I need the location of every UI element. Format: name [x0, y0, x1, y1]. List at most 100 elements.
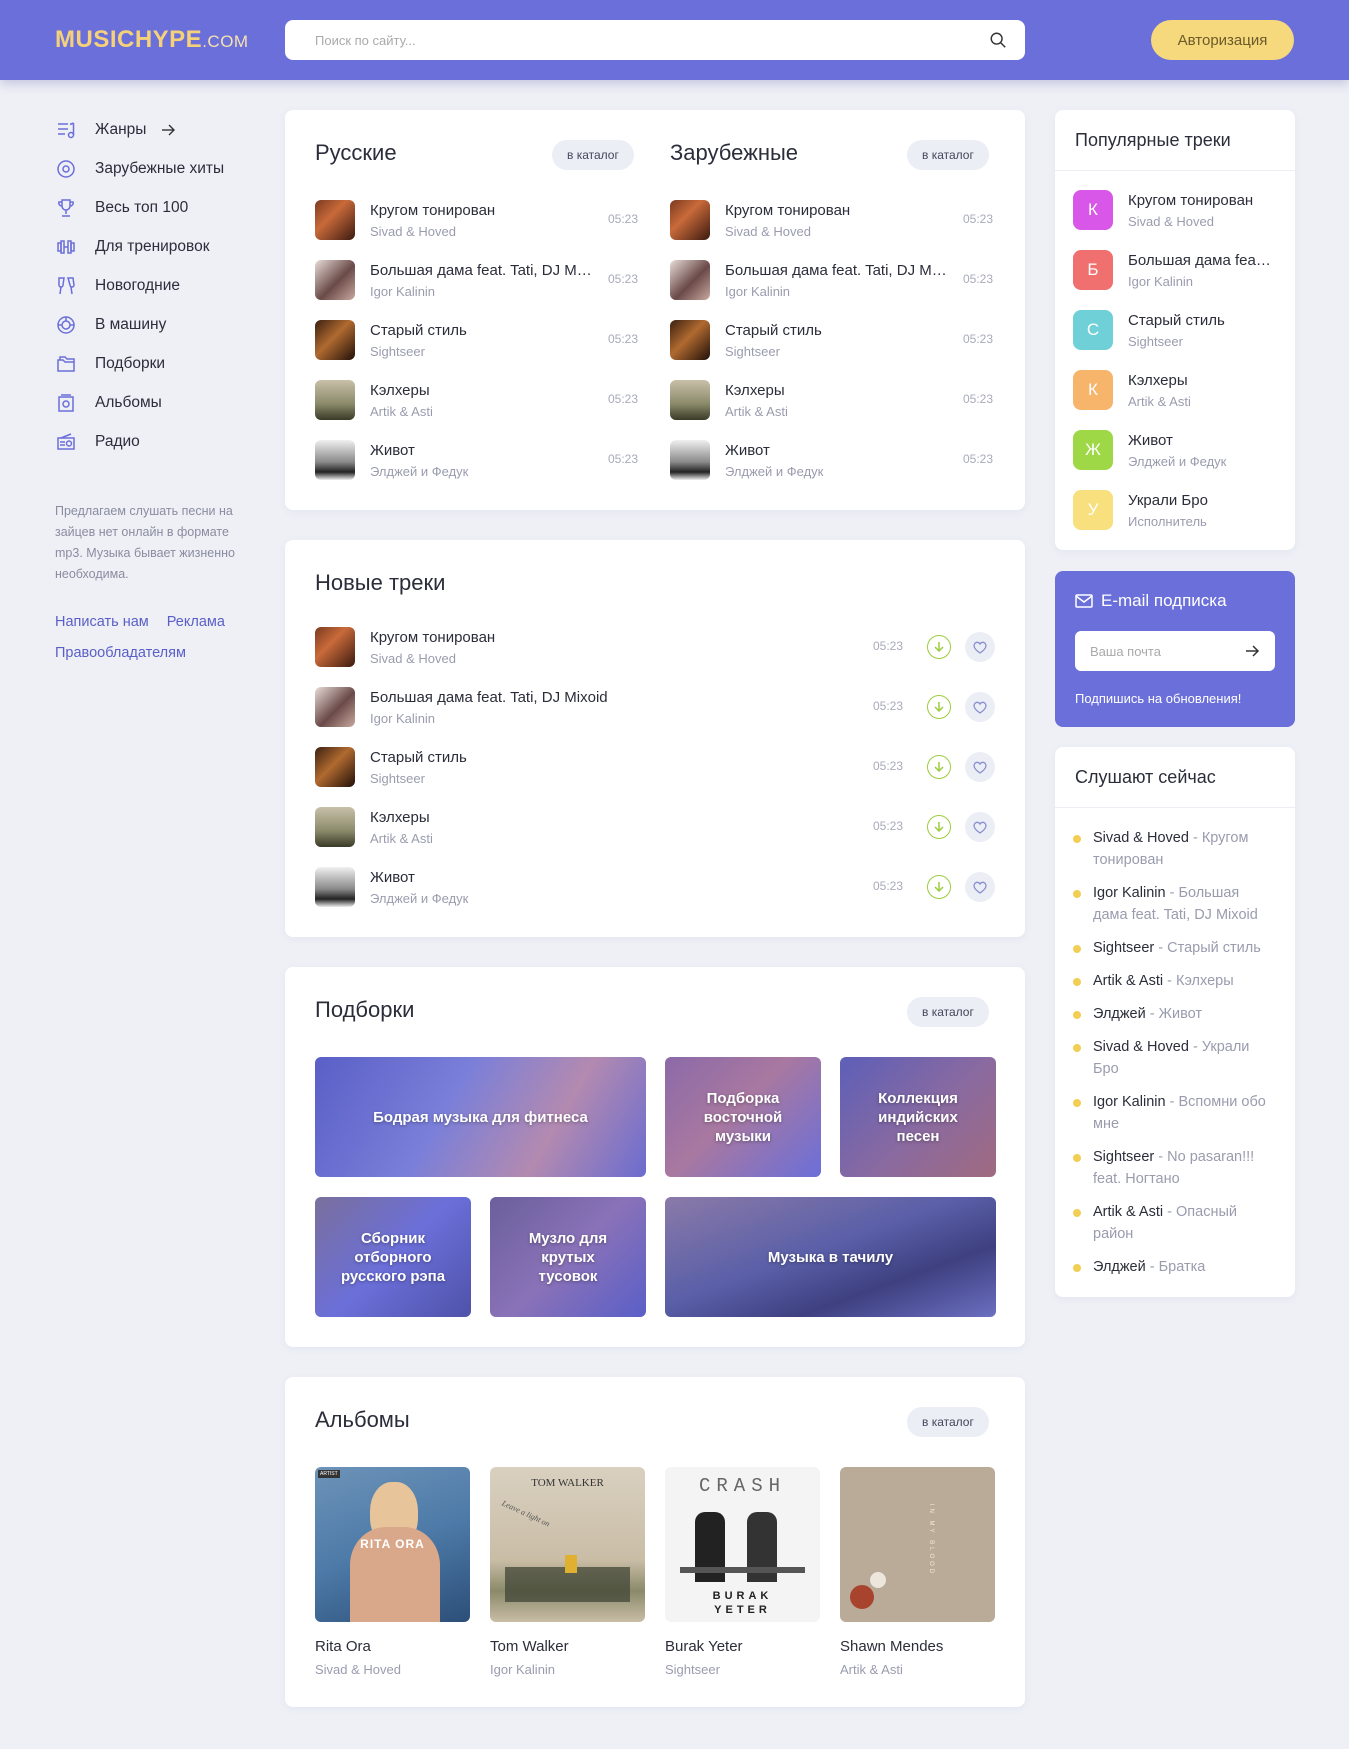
track-info: Кругом тонирован Sivad & Hoved — [370, 629, 790, 666]
track-item[interactable]: Большая дама feat. Tati, DJ Mixoid Igor K… — [315, 257, 595, 303]
sidebar-item-workout[interactable]: Для тренировок — [55, 227, 255, 266]
sidebar-item-label: В машину — [95, 315, 167, 333]
listening-item[interactable]: Sightseer - No pasaran!!! feat. Ногтано — [1073, 1146, 1273, 1190]
popular-track-item[interactable]: Б Большая дама feat. Tati Igor Kalinin — [1073, 250, 1273, 290]
listening-item[interactable]: Sivad & Hoved - Украли Бро — [1073, 1036, 1273, 1080]
track-artist: Исполнитель — [1128, 513, 1207, 529]
link-rights[interactable]: Правообладателям — [55, 645, 186, 661]
track-item[interactable]: Старый стиль Sightseer — [670, 317, 950, 363]
track-item[interactable]: Кругом тонирован Sivad & Hoved — [315, 624, 790, 670]
popular-track-item[interactable]: С Старый стиль Sightseer — [1073, 310, 1273, 350]
track-item[interactable]: Старый стиль Sightseer — [315, 317, 595, 363]
popular-track-item[interactable]: К Кругом тонирован Sivad & Hoved — [1073, 190, 1273, 230]
sidebar-item-collections[interactable]: Подборки — [55, 344, 255, 383]
email-field[interactable] — [1090, 643, 1244, 659]
collection-tile-rap[interactable]: Сборник отборного русского рэпа — [315, 1197, 471, 1317]
albums-catalog-button[interactable]: в каталог — [907, 1407, 989, 1437]
track-info: Живот Элджей и Федук — [725, 442, 950, 479]
sidebar-item-foreign-hits[interactable]: Зарубежные хиты — [55, 149, 255, 188]
search-icon[interactable] — [989, 31, 1007, 49]
collection-tile-fitness[interactable]: Бодрая музыка для фитнеса — [315, 1057, 646, 1177]
download-button[interactable] — [927, 875, 951, 899]
arrow-right-icon — [162, 124, 176, 135]
sidebar-item-newyear[interactable]: Новогодние — [55, 266, 255, 305]
download-button[interactable] — [927, 695, 951, 719]
sidebar-item-label: Подборки — [95, 354, 166, 372]
track-item[interactable]: Живот Элджей и Федук — [315, 864, 790, 910]
track-info: Кругом тонирован Sivad & Hoved — [370, 202, 595, 239]
album-card[interactable]: CRASH BURAK YETER Burak Yeter Sightseer — [665, 1467, 820, 1677]
subscribe-note: Подпишись на обновления! — [1075, 691, 1242, 706]
foreign-catalog-button[interactable]: в каталог — [907, 140, 989, 170]
listening-item[interactable]: Элджей - Живот — [1073, 1003, 1273, 1025]
album-card[interactable]: ARTIST RITA ORA Rita Ora Sivad & Hoved — [315, 1467, 470, 1677]
track-info: Старый стиль Sightseer — [725, 322, 950, 359]
sidebar-item-radio[interactable]: Радио — [55, 422, 255, 461]
listening-item[interactable]: Artik & Asti - Кэлхеры — [1073, 970, 1273, 992]
sidebar-item-genres[interactable]: Жанры — [55, 110, 255, 149]
listening-track: Кэлхеры — [1176, 973, 1234, 989]
russian-catalog-button[interactable]: в каталог — [552, 140, 634, 170]
track-item[interactable]: Кэлхеры Artik & Asti — [670, 377, 950, 423]
collection-tile-party[interactable]: Музло для крутых тусовок — [490, 1197, 646, 1317]
like-button[interactable] — [965, 692, 995, 722]
mail-icon — [1075, 594, 1093, 608]
album-card[interactable]: IN MY BLOOD Shawn Mendes Artik & Asti — [840, 1467, 995, 1677]
listening-item[interactable]: Artik & Asti - Опасный район — [1073, 1201, 1273, 1245]
download-button[interactable] — [927, 815, 951, 839]
sidebar-item-label: Весь топ 100 — [95, 198, 189, 216]
track-cover — [670, 440, 710, 480]
sidebar-item-albums[interactable]: Альбомы — [55, 383, 255, 422]
listening-item[interactable]: Sightseer - Старый стиль — [1073, 937, 1273, 959]
link-ads[interactable]: Реклама — [167, 614, 225, 630]
like-button[interactable] — [965, 632, 995, 662]
sidebar-item-car[interactable]: В машину — [55, 305, 255, 344]
track-name: Большая дама feat. Tati, DJ Mixoid — [370, 261, 595, 279]
track-item[interactable]: Кэлхеры Artik & Asti — [315, 804, 790, 850]
footer-links: Написать нам Реклама Правообладателям — [55, 607, 255, 669]
auth-button[interactable]: Авторизация — [1151, 20, 1294, 60]
link-write-us[interactable]: Написать нам — [55, 614, 149, 630]
album-cover-text: CRASH — [698, 1475, 786, 1497]
sidebar-item-top100[interactable]: Весь топ 100 — [55, 188, 255, 227]
download-button[interactable] — [927, 755, 951, 779]
collection-tile-label: Подборка восточной музыки — [703, 1089, 783, 1145]
like-button[interactable] — [965, 812, 995, 842]
track-item[interactable]: Кэлхеры Artik & Asti — [315, 377, 595, 423]
album-cover-text: RITA ORA — [360, 1537, 425, 1551]
like-button[interactable] — [965, 872, 995, 902]
cover-figure — [565, 1555, 577, 1573]
popular-track-item[interactable]: У Украли Бро Исполнитель — [1073, 490, 1273, 530]
track-cover — [670, 320, 710, 360]
search-input[interactable] — [315, 32, 989, 48]
cover-flower — [850, 1585, 874, 1609]
track-item[interactable]: Старый стиль Sightseer — [315, 744, 790, 790]
track-cover — [315, 200, 355, 240]
track-item[interactable]: Живот Элджей и Федук — [670, 437, 950, 483]
download-button[interactable] — [927, 635, 951, 659]
arrow-right-icon[interactable] — [1244, 643, 1260, 659]
heart-icon — [973, 881, 987, 894]
album-card[interactable]: TOM WALKER Leave a light on Tom Walker I… — [490, 1467, 645, 1677]
listening-item[interactable]: Sivad & Hoved - Кругом тонирован — [1073, 827, 1273, 871]
popular-track-item[interactable]: К Кэлхеры Artik & Asti — [1073, 370, 1273, 410]
track-item[interactable]: Кругом тонирован Sivad & Hoved — [670, 197, 950, 243]
download-icon — [934, 822, 944, 833]
listening-item[interactable]: Igor Kalinin - Большая дама feat. Tati, … — [1073, 882, 1273, 926]
track-item[interactable]: Большая дама feat. Tati, DJ Mixoid Igor K… — [670, 257, 950, 303]
popular-track-item[interactable]: Ж Живот Элджей и Федук — [1073, 430, 1273, 470]
logo[interactable]: MUSICHYPE.COM — [55, 26, 249, 54]
listening-item[interactable]: Элджей - Братка — [1073, 1256, 1273, 1278]
collection-tile-car[interactable]: Музыка в тачилу — [665, 1197, 996, 1317]
like-button[interactable] — [965, 752, 995, 782]
listening-track: Братка — [1158, 1259, 1206, 1275]
listening-item[interactable]: Igor Kalinin - Вспомни обо мне — [1073, 1091, 1273, 1135]
collections-catalog-button[interactable]: в каталог — [907, 997, 989, 1027]
track-item[interactable]: Кругом тонирован Sivad & Hoved — [315, 197, 595, 243]
collection-tile-indian[interactable]: Коллекция индийских песен — [840, 1057, 996, 1177]
track-item[interactable]: Живот Элджей и Федук — [315, 437, 595, 483]
album-icon — [55, 392, 77, 414]
download-icon — [934, 762, 944, 773]
track-item[interactable]: Большая дама feat. Tati, DJ Mixoid Igor K… — [315, 684, 790, 730]
collection-tile-oriental[interactable]: Подборка восточной музыки — [665, 1057, 821, 1177]
